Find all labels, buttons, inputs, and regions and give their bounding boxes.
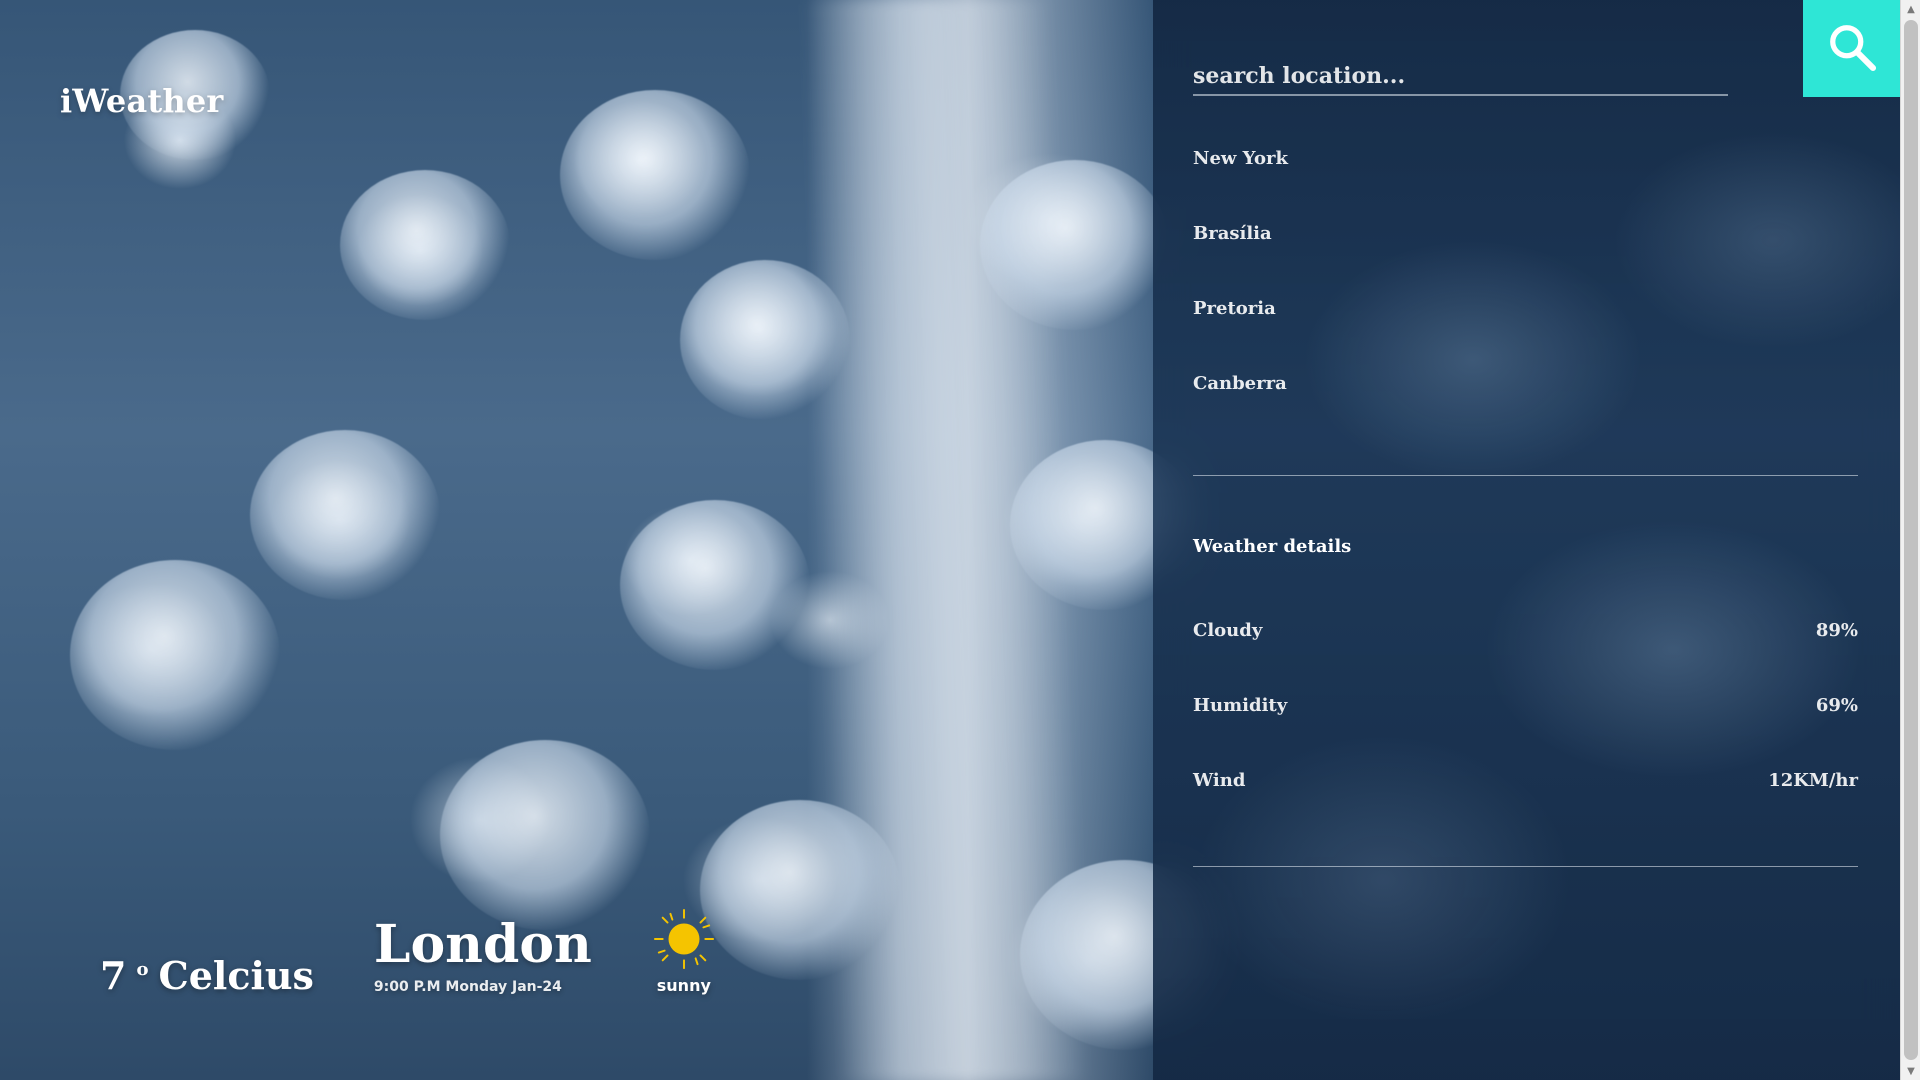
tree-decor [70,560,280,750]
details-list: Cloudy 89% Humidity 69% Wind 12KM/hr [1193,620,1858,845]
tree-decor [980,160,1170,330]
divider [1193,866,1858,867]
tree-decor [560,90,750,260]
location-item[interactable]: Brasília [1193,223,1858,298]
details-title: Weather details [1193,536,1352,557]
detail-value: 12KM/hr [1768,770,1858,791]
tree-decor [680,260,850,420]
temperature-value: 7 [100,953,127,998]
location-block: London 9:00 P.M Monday Jan-24 [374,918,592,995]
location-list: New York Brasília Pretoria Canberra [1193,148,1858,448]
search-bar [1193,58,1728,96]
condition: sunny [652,908,716,995]
detail-value: 89% [1815,620,1858,641]
scroll-up-arrow[interactable]: ▲ [1901,0,1920,18]
divider [1193,475,1858,476]
tree-decor [620,500,810,670]
current-datetime: 9:00 P.M Monday Jan-24 [373,979,562,995]
weather-app: iWeather 7 o Celcius London 9:00 P.M Mon… [0,0,1920,1080]
sun-icon [653,908,715,970]
search-icon [1824,19,1880,79]
detail-label: Wind [1193,770,1246,791]
location-item[interactable]: Pretoria [1193,298,1858,373]
right-panel: New York Brasília Pretoria Canberra Weat… [1153,0,1900,1080]
current-city: London [373,914,592,976]
scroll-thumb[interactable] [1904,20,1918,1060]
condition-text: sunny [656,976,711,995]
current-weather: 7 o Celcius London 9:00 P.M Monday Jan-2… [100,908,716,995]
tree-decor [440,740,650,930]
scroll-down-arrow[interactable]: ▼ [1901,1062,1920,1080]
search-input[interactable] [1193,58,1728,94]
background-scene: iWeather 7 o Celcius London 9:00 P.M Mon… [0,0,1230,1080]
detail-value: 69% [1815,695,1858,716]
detail-row-cloudy: Cloudy 89% [1193,620,1858,695]
tree-decor [700,800,900,980]
location-item[interactable]: New York [1193,148,1858,223]
detail-label: Humidity [1193,695,1288,716]
detail-row-humidity: Humidity 69% [1193,695,1858,770]
temperature-degree: o [136,959,149,980]
search-button[interactable] [1803,0,1900,97]
app-brand: iWeather [60,82,224,120]
vertical-scrollbar[interactable]: ▲ ▼ [1900,0,1920,1080]
detail-row-wind: Wind 12KM/hr [1193,770,1858,845]
location-item[interactable]: Canberra [1193,373,1858,448]
temperature-unit: Celcius [158,953,314,998]
temperature: 7 o Celcius [100,957,314,995]
tree-decor [340,170,510,320]
detail-label: Cloudy [1193,620,1263,641]
tree-decor [250,430,440,600]
